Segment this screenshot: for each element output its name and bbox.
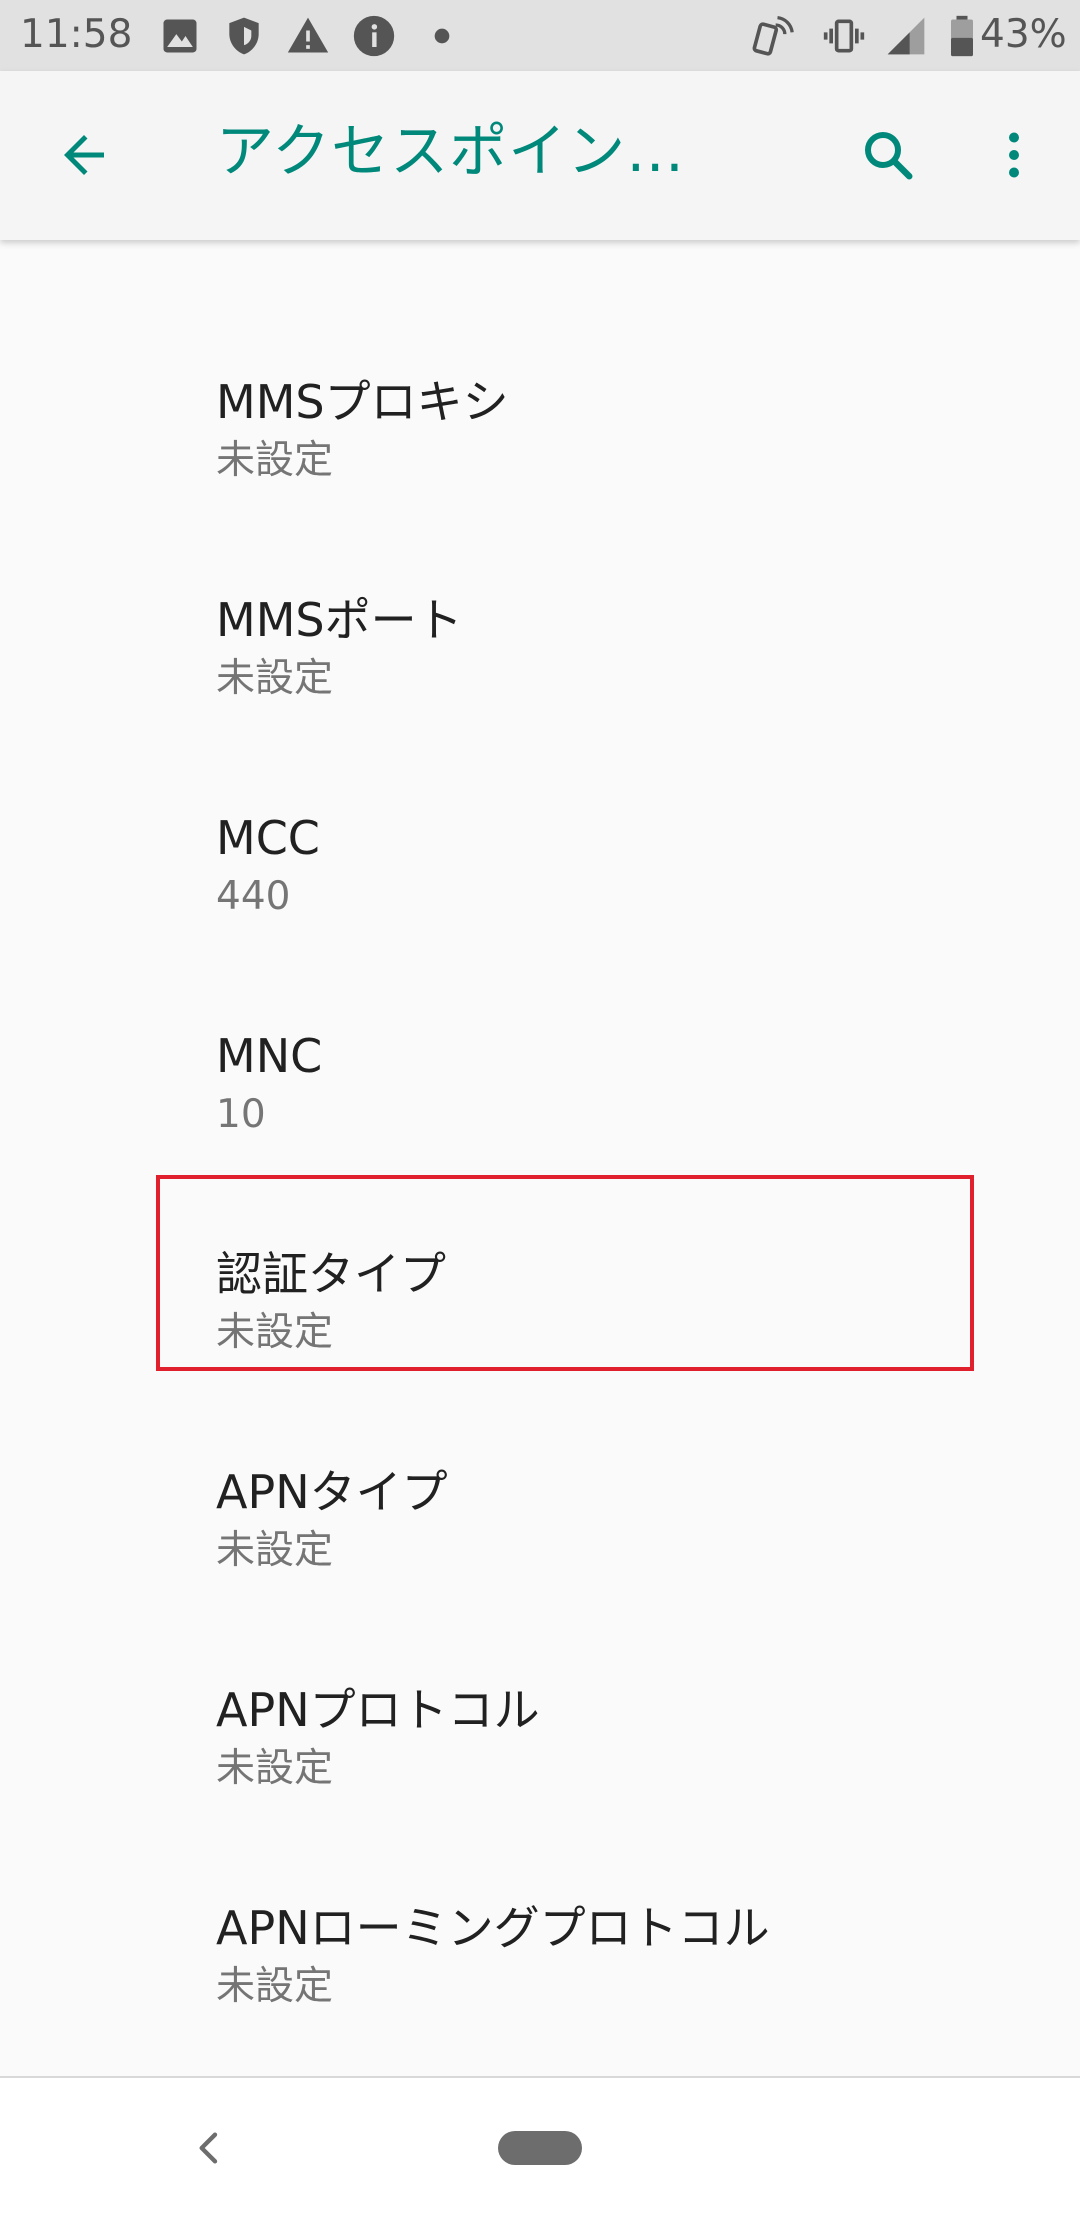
page-title: アクセスポイント…	[216, 117, 736, 185]
nav-back-icon	[199, 2132, 218, 2164]
item-summary: 未設定	[216, 1310, 334, 1355]
item-summary: 未設定	[216, 1964, 334, 2009]
list-item-auth-type[interactable]: 認証タイプ 未設定	[0, 1146, 1080, 1364]
item-summary: 未設定	[216, 1746, 334, 1791]
home-pill-icon[interactable]	[498, 2131, 582, 2165]
battery-percent: 43%	[980, 12, 1067, 57]
screen: 11:58 43% アクセスポイント… MMSプロキシ 未設定 MMSポート 未…	[0, 0, 1080, 2220]
arrow-back-icon	[64, 135, 104, 175]
item-summary: 未設定	[216, 438, 334, 483]
item-summary: 440	[216, 874, 291, 919]
list-item-mnc[interactable]: MNC 10	[0, 928, 1080, 1146]
back-button[interactable]	[42, 113, 126, 197]
item-title: APNローミングプロトコル	[216, 1901, 770, 1955]
warning-icon	[287, 17, 329, 53]
info-icon	[353, 15, 395, 57]
item-summary: 10	[216, 1092, 266, 1137]
item-title: MCC	[216, 811, 320, 865]
status-time: 11:58	[20, 12, 133, 57]
item-summary: 未設定	[216, 1528, 334, 1573]
list-item-mcc[interactable]: MCC 440	[0, 710, 1080, 928]
item-title: MMSプロキシ	[216, 375, 509, 429]
item-title: APNプロトコル	[216, 1683, 540, 1737]
list-item-mms-proxy[interactable]: MMSプロキシ 未設定	[0, 274, 1080, 492]
list-item-apn-protocol[interactable]: APNプロトコル 未設定	[0, 1582, 1080, 1800]
shield-icon	[229, 17, 259, 55]
list-item-apn-type[interactable]: APNタイプ 未設定	[0, 1364, 1080, 1582]
more-options-button[interactable]	[972, 113, 1056, 197]
nav-back-button[interactable]	[180, 2118, 240, 2178]
item-title: 認証タイプ	[216, 1247, 446, 1301]
nav-bar	[0, 2078, 1080, 2220]
signal-icon	[887, 17, 925, 55]
item-title: APNタイプ	[216, 1465, 448, 1519]
status-bar: 11:58 43%	[0, 0, 1080, 71]
app-bar: アクセスポイント…	[0, 71, 1080, 240]
item-title: MMSポート	[216, 593, 463, 647]
search-icon	[865, 132, 913, 180]
dot-icon	[434, 28, 450, 44]
nfc-phone-icon	[752, 16, 794, 56]
search-button[interactable]	[846, 113, 930, 197]
image-icon	[163, 19, 197, 53]
more-vert-icon	[1009, 132, 1019, 178]
item-title: MNC	[216, 1029, 323, 1083]
list-item-mms-port[interactable]: MMSポート 未設定	[0, 492, 1080, 710]
list-item-apn-roaming-protocol[interactable]: APNローミングプロトコル 未設定	[0, 1800, 1080, 2018]
settings-list: MMSプロキシ 未設定 MMSポート 未設定 MCC 440 MNC 10 認証…	[0, 240, 1080, 2076]
item-summary: 未設定	[216, 656, 334, 701]
vibrate-icon	[823, 19, 865, 53]
battery-icon	[951, 15, 973, 57]
